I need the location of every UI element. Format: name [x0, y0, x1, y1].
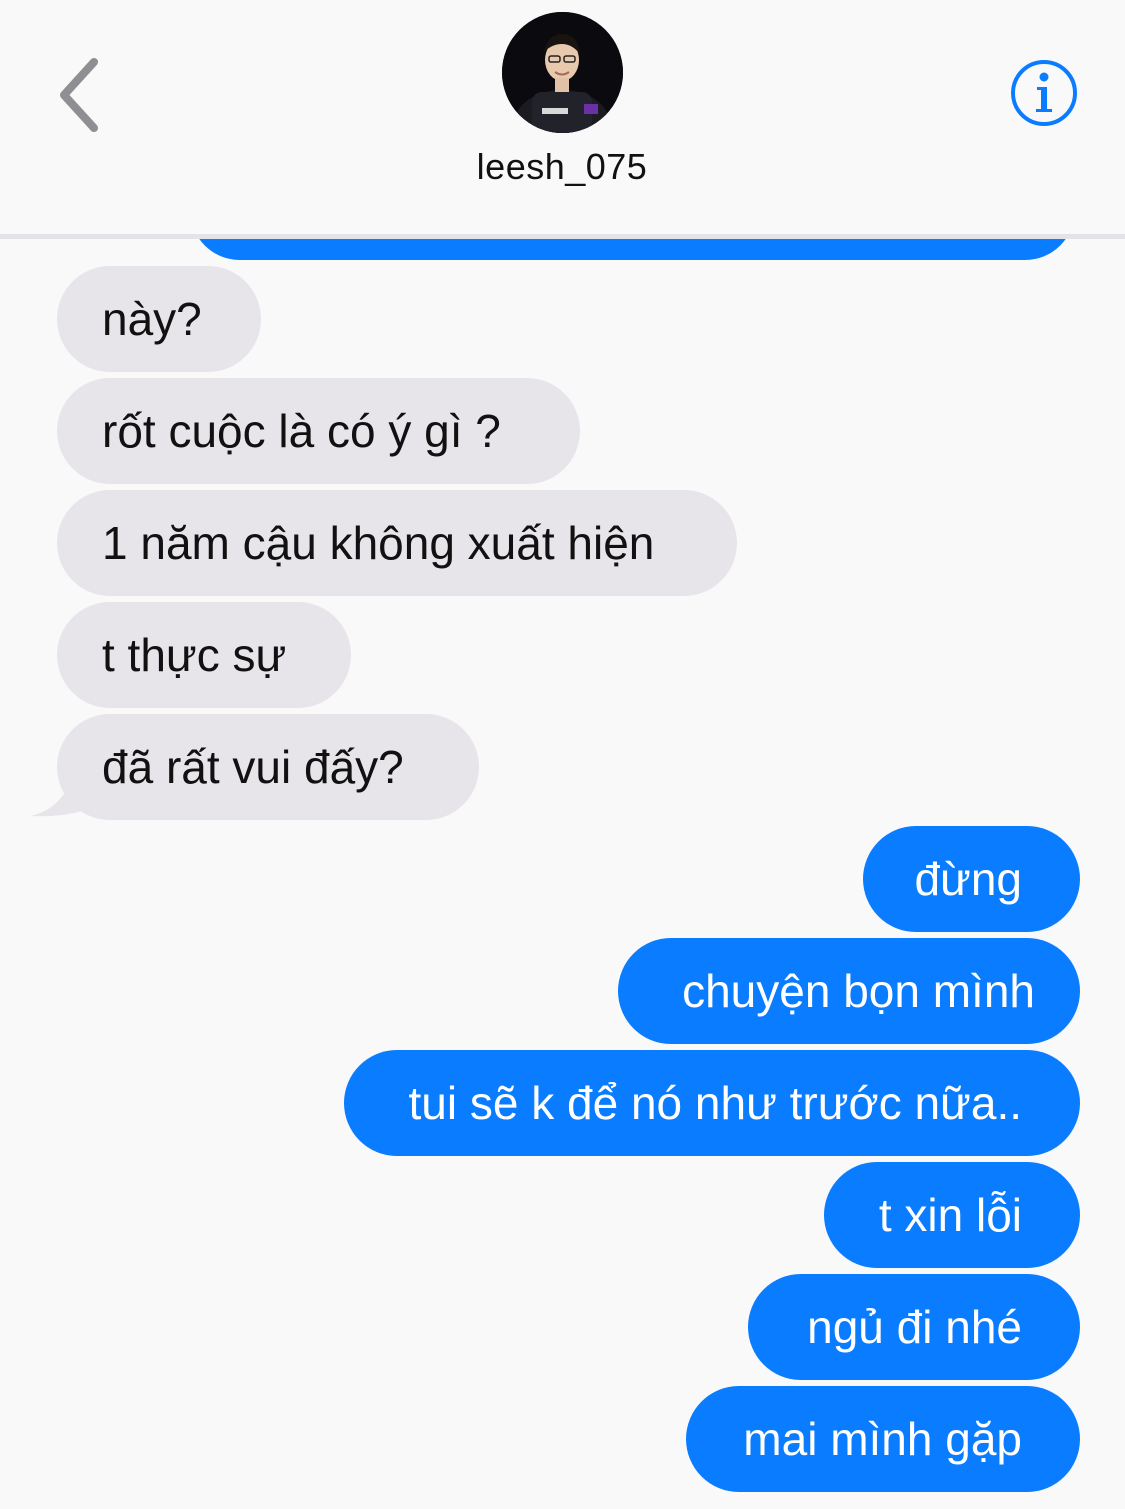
chevron-left-icon	[60, 58, 98, 132]
avatar[interactable]	[502, 12, 623, 133]
info-icon	[1011, 60, 1077, 126]
message-bubble-outgoing[interactable]: chuyện bọn mình	[618, 938, 1080, 1044]
avatar-image	[502, 12, 623, 133]
message-bubble-outgoing[interactable]: mai mình gặp	[686, 1386, 1080, 1492]
message-bubble-incoming[interactable]: 1 năm cậu không xuất hiện	[57, 490, 737, 596]
info-button[interactable]	[1009, 58, 1079, 128]
message-bubble-incoming[interactable]: này?	[57, 266, 261, 372]
chat-header: leesh_075	[0, 0, 1125, 234]
message-bubble-incoming[interactable]: t thực sự	[57, 602, 351, 708]
message-bubble-outgoing[interactable]: tui sẽ k để nó như trước nữa..	[344, 1050, 1080, 1156]
message-bubble-outgoing[interactable]: đừng	[863, 826, 1080, 932]
back-button[interactable]	[50, 50, 120, 140]
contact-name[interactable]: leesh_075	[362, 146, 762, 188]
message-bubble-outgoing[interactable]: t xin lỗi	[824, 1162, 1080, 1268]
header-divider	[0, 234, 1125, 239]
message-bubble-outgoing[interactable]: ngủ đi nhé	[748, 1274, 1080, 1380]
message-bubble-incoming[interactable]: đã rất vui đấy?	[57, 714, 479, 820]
message-bubble-incoming[interactable]: rốt cuộc là có ý gì ?	[57, 378, 580, 484]
chat-screen: leesh_075 này? rốt cuộc là có ý gì ? 1 n…	[0, 0, 1125, 1509]
